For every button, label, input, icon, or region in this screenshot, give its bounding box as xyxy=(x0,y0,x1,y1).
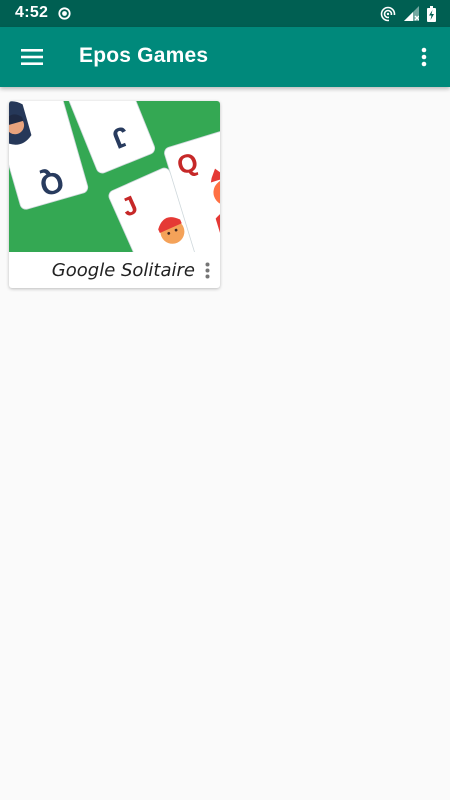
navigation-menu-button[interactable] xyxy=(14,39,50,75)
battery-charging-icon xyxy=(427,5,436,22)
app-title: Epos Games xyxy=(79,44,209,67)
playing-cards-artwork: J Q J Q xyxy=(9,101,220,252)
overflow-menu-button[interactable] xyxy=(408,39,440,75)
recording-dot-icon xyxy=(58,7,71,20)
more-vert-icon xyxy=(421,47,427,67)
more-vert-icon xyxy=(205,262,209,278)
status-bar: 4:52 xyxy=(0,0,450,27)
signal-icon xyxy=(404,6,419,21)
game-card[interactable]: J Q J Q Google Solitaire xyxy=(9,101,220,288)
hotspot-icon xyxy=(380,6,396,22)
game-card-menu-button[interactable] xyxy=(199,256,215,284)
app-bar: Epos Games xyxy=(0,27,450,87)
hamburger-menu-icon xyxy=(21,49,43,65)
game-title: Google Solitaire xyxy=(51,260,195,281)
status-time: 4:52 xyxy=(15,4,49,21)
